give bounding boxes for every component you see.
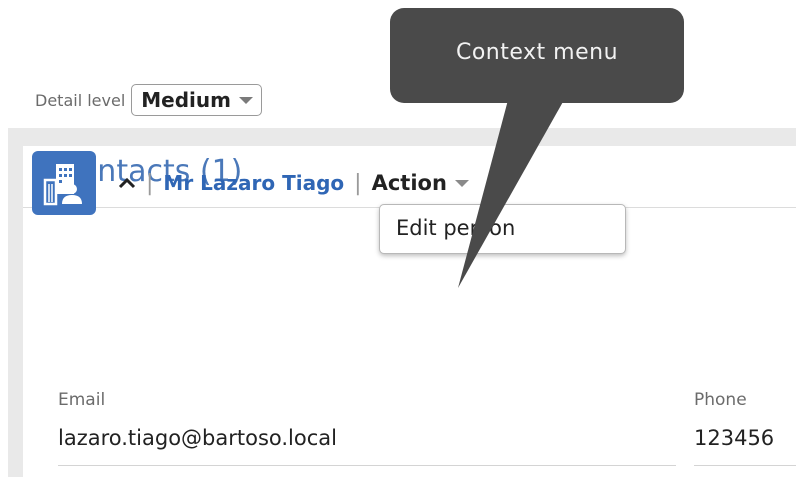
chevron-up-icon[interactable] [118, 174, 136, 192]
separator: | [354, 170, 362, 196]
company-contact-icon [32, 151, 96, 215]
detail-level-select[interactable]: Medium [131, 84, 262, 116]
phone-underline [694, 465, 796, 466]
chevron-down-icon [454, 179, 469, 187]
detail-level-label: Detail level [35, 90, 126, 110]
action-dropdown: Edit person [379, 204, 626, 254]
menu-item-edit-person[interactable]: Edit person [396, 216, 515, 240]
email-value: lazaro.tiago@bartoso.local [58, 426, 337, 450]
tooltip-text: Context menu [455, 40, 619, 65]
detail-level-row: Detail level Medium [35, 82, 262, 118]
detail-level-value: Medium [141, 88, 231, 112]
phone-value: 123456 [694, 426, 775, 450]
email-label: Email [58, 390, 106, 410]
phone-label: Phone [694, 390, 747, 410]
contact-name-link[interactable]: Mr Lazaro Tiago [163, 171, 344, 195]
chevron-down-icon [238, 96, 253, 104]
email-underline [58, 465, 676, 466]
action-menu-button[interactable]: Action [372, 171, 469, 195]
separator: | [146, 170, 154, 196]
action-menu-label: Action [371, 171, 447, 195]
